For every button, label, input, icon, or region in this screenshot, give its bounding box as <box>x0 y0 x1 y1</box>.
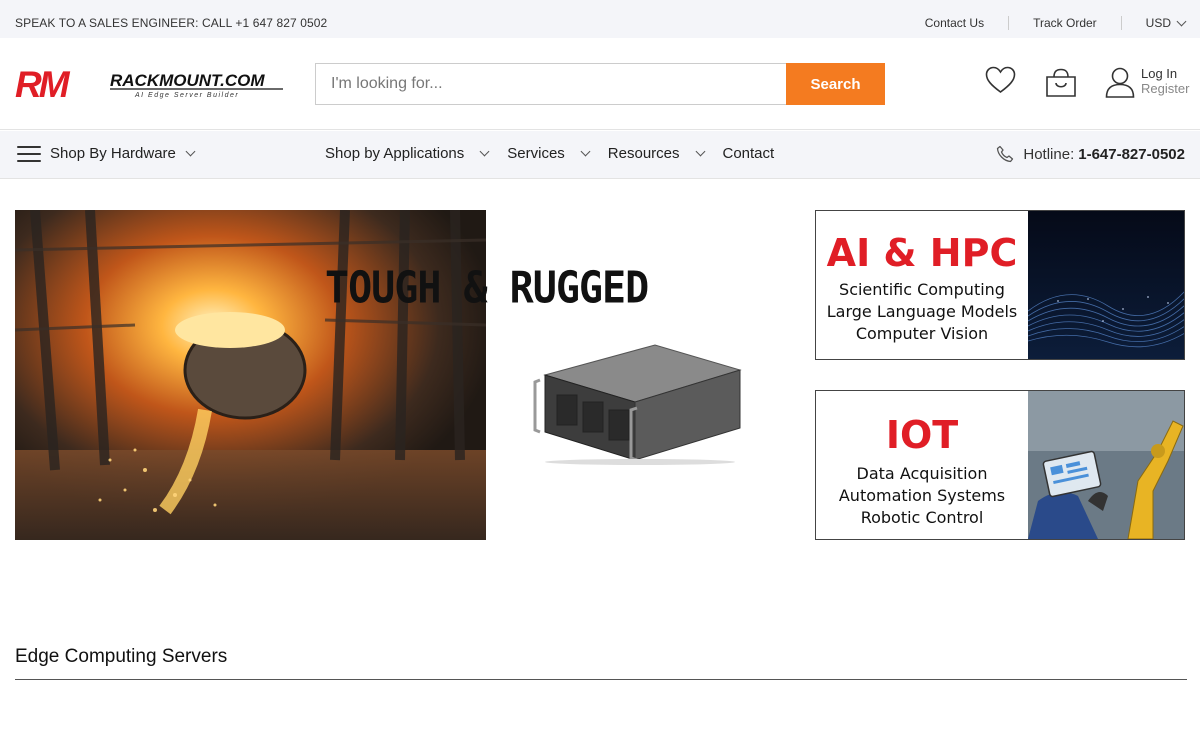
rackmount-logo[interactable]: RM RACKMOUNT.COM AI Edge Server Builder <box>15 66 285 102</box>
card-text: IOT Data Acquisition Automation Systems … <box>816 391 1028 539</box>
chevron-down-icon <box>185 146 196 157</box>
logo-mark: RM <box>15 66 71 102</box>
nav-services[interactable]: Services <box>507 145 608 162</box>
chevron-down-icon <box>580 146 591 157</box>
card-line: Large Language Models <box>826 302 1018 321</box>
search-input[interactable] <box>315 63 786 105</box>
user-icon <box>1105 67 1135 98</box>
contact-us-link[interactable]: Contact Us <box>925 16 984 30</box>
hero-tagline: TOUGH & RUGGED <box>325 262 649 314</box>
nav-item-label: Resources <box>607 145 680 162</box>
account-text: Log In Register <box>1141 66 1189 96</box>
card-title: IOT <box>885 413 959 457</box>
login-link[interactable]: Log In <box>1141 66 1189 81</box>
steel-foundry-photo <box>15 210 486 540</box>
site-header: RM RACKMOUNT.COM AI Edge Server Builder … <box>0 38 1200 130</box>
card-line: Data Acquisition <box>856 464 988 483</box>
nav-menu: Shop by Applications Services Resources … <box>325 145 774 162</box>
card-line: Automation Systems <box>838 486 1006 505</box>
section-divider <box>15 679 1187 680</box>
card-lines: Scientific Computing Large Language Mode… <box>816 279 1028 345</box>
data-wave-image <box>1028 211 1184 359</box>
hamburger-icon <box>17 145 41 162</box>
top-links: Contact Us Track Order USD <box>925 16 1187 30</box>
top-utility-bar: SPEAK TO A SALES ENGINEER: CALL +1 647 8… <box>0 0 1200 38</box>
shopping-bag-icon[interactable] <box>1045 68 1077 98</box>
track-order-link[interactable]: Track Order <box>1033 16 1097 30</box>
section-title: Edge Computing Servers <box>15 646 228 667</box>
card-line: Computer Vision <box>855 324 989 343</box>
logo-wordmark: RACKMOUNT.COM <box>110 71 265 90</box>
rackmount-server-image <box>533 344 742 465</box>
nav-item-label: Contact <box>722 145 775 162</box>
chevron-down-icon <box>1176 16 1187 26</box>
iot-card[interactable]: IOT Data Acquisition Automation Systems … <box>815 390 1185 540</box>
main-navigation: Shop By Hardware Shop by Applications Se… <box>0 131 1200 179</box>
nav-shop-by-applications[interactable]: Shop by Applications <box>325 145 507 162</box>
hotline-label: Hotline: <box>1023 145 1075 163</box>
card-lines: Data Acquisition Automation Systems Robo… <box>816 463 1028 529</box>
hotline[interactable]: Hotline: 1-647-827-0502 <box>996 145 1185 163</box>
nav-contact[interactable]: Contact <box>723 145 775 162</box>
chevron-down-icon <box>695 146 705 157</box>
nav-item-label: Shop by Applications <box>325 145 465 162</box>
hotline-number: 1-647-827-0502 <box>1078 145 1185 163</box>
currency-label: USD <box>1145 16 1171 30</box>
heart-icon[interactable] <box>985 66 1016 94</box>
card-line: Robotic Control <box>860 508 984 527</box>
nav-resources[interactable]: Resources <box>608 145 723 162</box>
shop-by-hardware-menu[interactable]: Shop By Hardware <box>17 145 196 162</box>
register-link[interactable]: Register <box>1141 81 1189 96</box>
phone-icon <box>997 145 1014 163</box>
card-title: AI & HPC <box>826 231 1018 275</box>
chevron-down-icon <box>479 146 490 157</box>
divider <box>1008 16 1010 30</box>
shop-by-hardware-label: Shop By Hardware <box>50 145 176 162</box>
account-menu[interactable]: Log In Register <box>1105 66 1189 98</box>
ai-hpc-card[interactable]: AI & HPC Scientific Computing Large Lang… <box>815 210 1185 360</box>
logo-tagline: AI Edge Server Builder <box>134 92 239 99</box>
currency-selector[interactable]: USD <box>1145 16 1187 30</box>
card-line: Scientific Computing <box>839 280 1005 299</box>
search-button[interactable]: Search <box>786 63 885 105</box>
sales-engineer-promo: SPEAK TO A SALES ENGINEER: CALL +1 647 8… <box>15 16 328 30</box>
divider <box>1120 16 1122 30</box>
hero-banner[interactable]: TOUGH & RUGGED <box>15 210 775 540</box>
search-bar: Search <box>315 63 885 105</box>
robotic-arm-image <box>1028 391 1184 539</box>
nav-item-label: Services <box>507 145 565 162</box>
card-text: AI & HPC Scientific Computing Large Lang… <box>816 211 1028 359</box>
